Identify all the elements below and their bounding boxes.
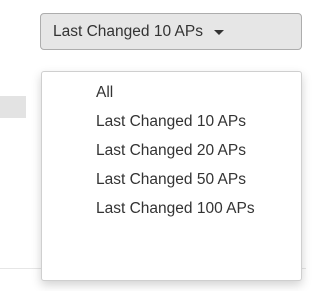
dropdown-widget: Last Changed 10 APs All Last Changed 10 … <box>0 0 306 291</box>
menu-item-last-changed-20-aps[interactable]: Last Changed 20 APs <box>82 136 301 165</box>
background-panel-edge <box>0 96 26 118</box>
ap-filter-dropdown-menu: All Last Changed 10 APs Last Changed 20 … <box>41 71 302 281</box>
menu-item-all[interactable]: All <box>82 78 301 107</box>
menu-item-last-changed-100-aps[interactable]: Last Changed 100 APs <box>82 194 301 223</box>
dropdown-selected-label: Last Changed 10 APs <box>53 22 203 40</box>
ap-filter-dropdown-button[interactable]: Last Changed 10 APs <box>40 13 302 50</box>
menu-item-last-changed-10-aps[interactable]: Last Changed 10 APs <box>82 107 301 136</box>
caret-down-icon <box>213 29 224 35</box>
menu-item-last-changed-50-aps[interactable]: Last Changed 50 APs <box>82 165 301 194</box>
